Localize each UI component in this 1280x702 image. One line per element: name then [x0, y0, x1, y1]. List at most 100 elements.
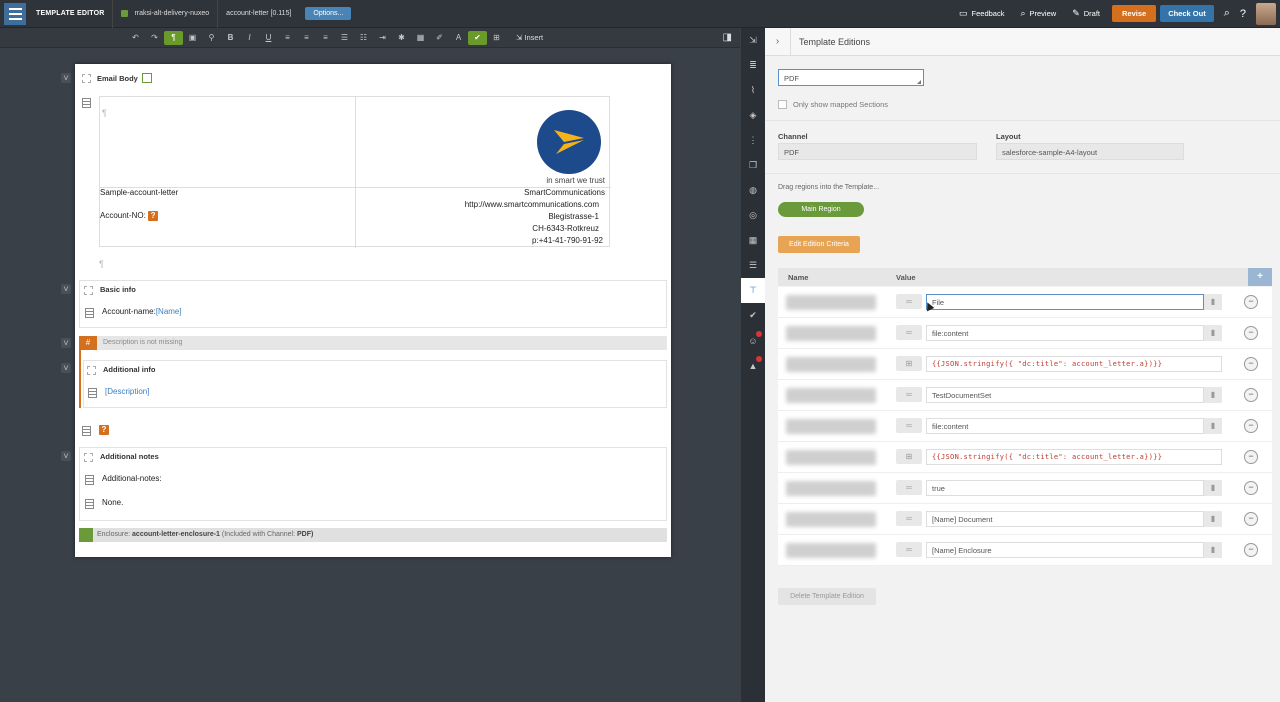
hierarchy-icon[interactable]: ⋮ [741, 128, 765, 153]
italic-icon[interactable]: I [240, 33, 259, 42]
help-icon[interactable]: ? [1240, 8, 1246, 20]
criteria-value-input[interactable]: file:content [926, 325, 1204, 341]
remove-row-icon[interactable]: − [1244, 450, 1258, 464]
paperclip-icon[interactable]: ⌇ [741, 78, 765, 103]
remove-row-icon[interactable]: − [1244, 388, 1258, 402]
trash-icon[interactable]: ▮ [1204, 511, 1222, 527]
pilcrow-icon[interactable]: ¶ [164, 30, 183, 45]
collapse-panel-icon[interactable]: › [765, 27, 791, 56]
globe-icon[interactable]: ◍ [741, 178, 765, 203]
image-icon[interactable]: ⊞ [487, 33, 506, 42]
text-color-icon[interactable]: A [449, 33, 468, 42]
condition-bar[interactable]: # Description is not missing [79, 336, 667, 350]
criteria-value-input[interactable]: {{JSON.stringify({ "dc:title": account_l… [926, 356, 1222, 372]
criteria-name-field[interactable] [786, 419, 876, 434]
list-icon[interactable]: ☰ [741, 253, 765, 278]
criteria-name-field[interactable] [786, 481, 876, 496]
criteria-value-input[interactable]: File [926, 294, 1204, 310]
table-icon[interactable]: ▦ [411, 33, 430, 42]
insert-button[interactable]: ⇲ Insert [516, 33, 543, 42]
insert-panel-icon[interactable]: ⇲ [741, 28, 765, 53]
additional-notes-section[interactable] [79, 447, 667, 521]
checkbox-box[interactable] [778, 100, 787, 109]
trash-icon[interactable]: ▮ [1204, 542, 1222, 558]
criteria-name-field[interactable] [786, 357, 876, 372]
header-table[interactable]: ¶ in smart we trust Sample-account-lette… [99, 96, 611, 248]
database-icon[interactable]: ≣ [741, 53, 765, 78]
criteria-value-input[interactable]: {{JSON.stringify({ "dc:title": account_l… [926, 449, 1222, 465]
expression-type-icon[interactable]: ⊞ [896, 449, 922, 464]
criteria-value-input[interactable]: [Name] Document [926, 511, 1204, 527]
copy-icon[interactable]: ❐ [741, 153, 765, 178]
paragraph-icon[interactable] [88, 387, 97, 398]
check-out-button[interactable]: Check Out [1160, 5, 1214, 22]
menu-icon[interactable] [4, 2, 26, 25]
equals-operator-icon[interactable]: ═ [896, 511, 922, 526]
collapse-additional-info-icon[interactable]: ˅ [61, 363, 71, 373]
tab-template[interactable]: account-letter [0.115] [217, 0, 299, 28]
grid-icon[interactable]: ▦ [741, 228, 765, 253]
trash-icon[interactable]: ▮ [1204, 294, 1222, 310]
trash-icon[interactable]: ▮ [1204, 325, 1222, 341]
template-editions-icon[interactable]: ⊤ [741, 278, 765, 303]
expression-type-icon[interactable]: ⊞ [896, 356, 922, 371]
alert-icon[interactable]: ▲ [741, 353, 765, 378]
criteria-value-input[interactable]: TestDocumentSet [926, 387, 1204, 403]
remove-row-icon[interactable]: − [1244, 543, 1258, 557]
trash-icon[interactable]: ▮ [1204, 387, 1222, 403]
users-icon[interactable]: ☺ [741, 328, 765, 353]
paragraph-icon[interactable] [82, 425, 91, 436]
criteria-name-field[interactable] [786, 512, 876, 527]
collapse-basic-info-icon[interactable]: ˅ [61, 284, 71, 294]
paragraph-icon[interactable] [85, 474, 94, 485]
link-icon[interactable]: ⚲ [202, 33, 221, 42]
options-button[interactable]: Options... [305, 7, 352, 20]
paragraph-icon[interactable] [85, 498, 94, 509]
criteria-value-input[interactable]: file:content [926, 418, 1204, 434]
paragraph-icon[interactable] [82, 97, 91, 108]
trash-icon[interactable]: ▮ [1204, 418, 1222, 434]
revise-button[interactable]: Revise [1112, 5, 1157, 22]
enclosure-bar[interactable]: Enclosure: account-letter-enclosure-1 (I… [79, 528, 667, 542]
only-mapped-checkbox[interactable]: Only show mapped Sections [778, 100, 888, 109]
trash-icon[interactable]: ▮ [1204, 480, 1222, 496]
collapse-condition-icon[interactable]: ˅ [61, 338, 71, 348]
layers-icon[interactable]: ◈ [741, 103, 765, 128]
align-center-icon[interactable]: ≡ [297, 33, 316, 42]
name-field[interactable]: [Name] [156, 307, 182, 316]
preview-button[interactable]: ⌕ Preview [1012, 0, 1064, 28]
main-region-chip[interactable]: Main Region [778, 202, 864, 217]
description-field[interactable]: [Description] [105, 387, 149, 396]
remove-row-icon[interactable]: − [1244, 357, 1258, 371]
bold-icon[interactable]: B [221, 33, 240, 42]
paragraph-icon[interactable] [85, 307, 94, 318]
equals-operator-icon[interactable]: ═ [896, 542, 922, 557]
criteria-name-field[interactable] [786, 326, 876, 341]
remove-row-icon[interactable]: − [1244, 295, 1258, 309]
undo-icon[interactable]: ↶ [126, 33, 145, 42]
asterisk-icon[interactable]: ✱ [392, 33, 411, 42]
collapse-additional-notes-icon[interactable]: ˅ [61, 451, 71, 461]
missing-field-icon[interactable]: ? [148, 211, 159, 221]
criteria-name-field[interactable] [786, 450, 876, 465]
remove-row-icon[interactable]: − [1244, 419, 1258, 433]
underline-icon[interactable]: U [259, 33, 278, 42]
remove-row-icon[interactable]: − [1244, 326, 1258, 340]
criteria-name-field[interactable] [786, 295, 876, 310]
check-icon[interactable]: ✔ [468, 30, 487, 45]
tab-project[interactable]: rraksi-alt-delivery-nuxeo [112, 0, 217, 28]
redo-icon[interactable]: ↷ [145, 33, 164, 42]
equals-operator-icon[interactable]: ═ [896, 480, 922, 495]
binoculars-icon[interactable]: ◎ [741, 203, 765, 228]
feedback-button[interactable]: ▭ Feedback [951, 0, 1012, 28]
collapse-email-body-icon[interactable]: ˅ [61, 73, 71, 83]
search-icon[interactable]: ⌕ [1224, 7, 1230, 20]
equals-operator-icon[interactable]: ═ [896, 325, 922, 340]
basic-info-section[interactable] [79, 280, 667, 328]
brush-icon[interactable]: ✐ [430, 33, 449, 42]
criteria-name-field[interactable] [786, 388, 876, 403]
region-icon[interactable]: ▣ [183, 33, 202, 42]
numbered-list-icon[interactable]: ☷ [354, 33, 373, 42]
avatar[interactable] [1256, 2, 1276, 25]
align-right-icon[interactable]: ≡ [316, 33, 335, 42]
